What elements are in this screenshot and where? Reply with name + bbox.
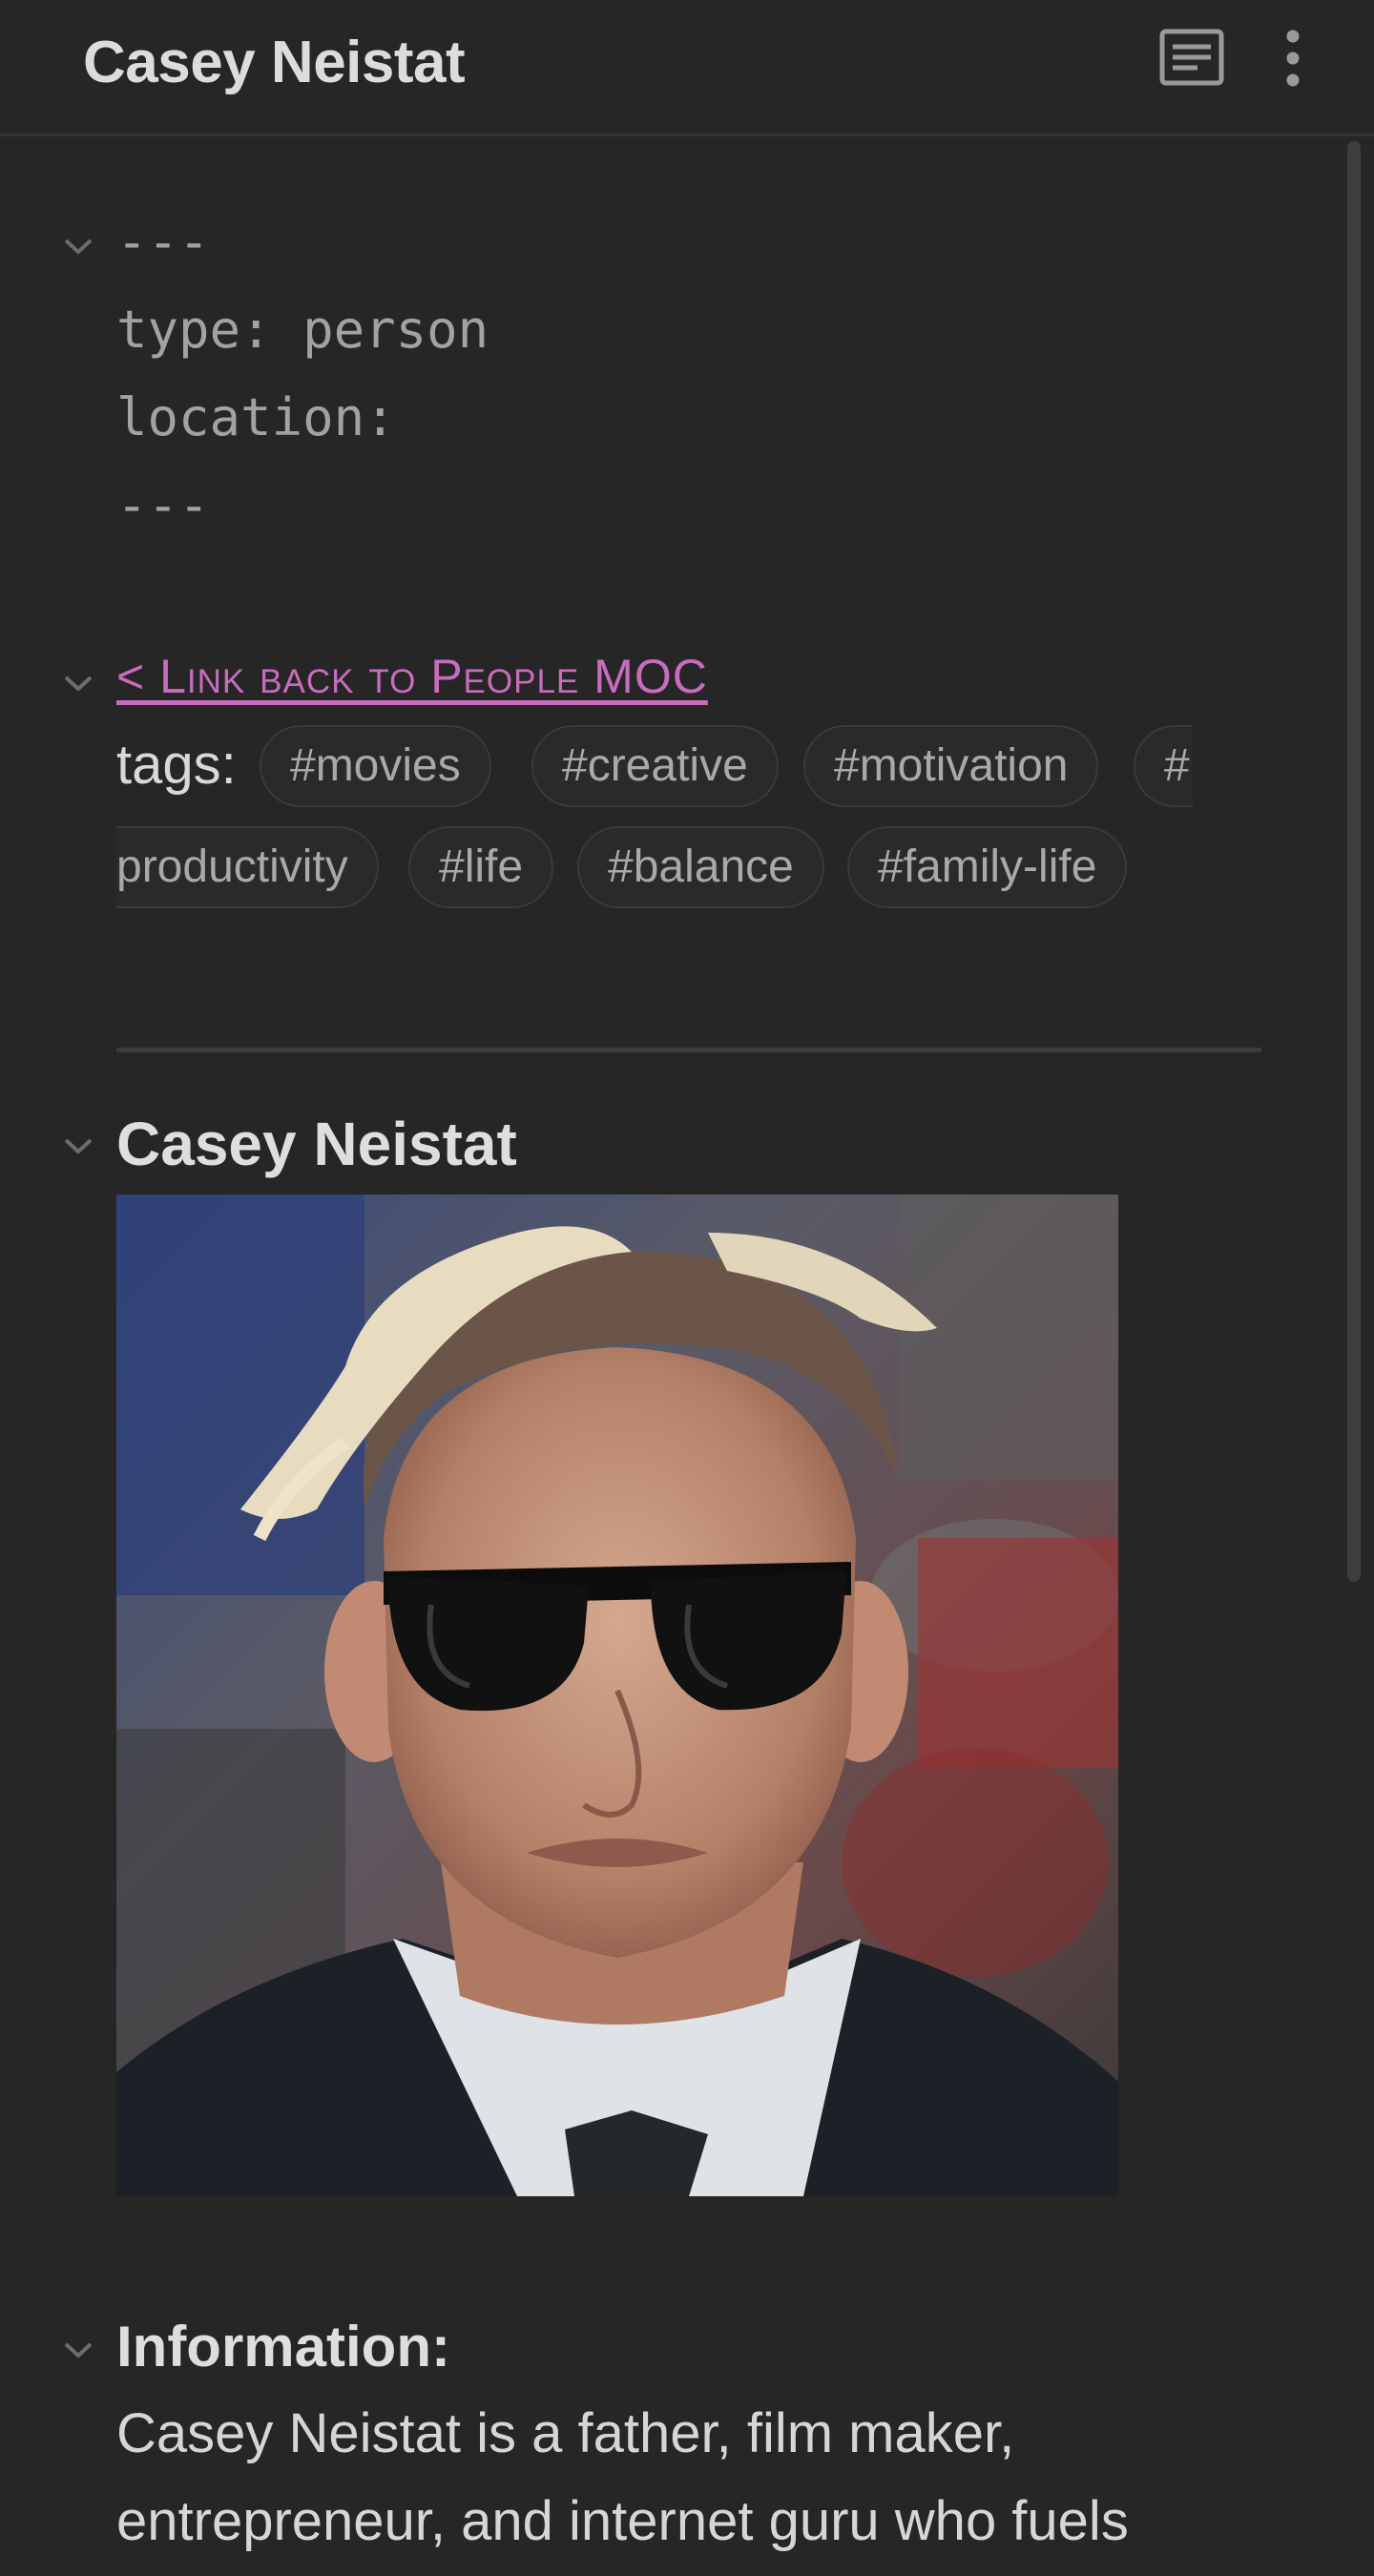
reading-view-icon[interactable] [1159, 29, 1224, 86]
fold-chevron-icon[interactable] [62, 236, 94, 257]
back-link-text: < Link back to People MOC [116, 650, 708, 703]
portrait-photo [116, 1195, 1118, 2196]
page-title: Casey Neistat [83, 30, 466, 95]
tag-productivity-start[interactable]: # [1134, 725, 1193, 807]
frontmatter-close: --- [116, 475, 210, 535]
frontmatter-type: type: person [116, 300, 489, 360]
scrollbar-thumb[interactable] [1347, 141, 1361, 1582]
fold-chevron-icon[interactable] [62, 2339, 94, 2360]
tag-productivity[interactable]: productivity [116, 826, 379, 908]
note-heading: Casey Neistat [116, 1110, 517, 1178]
tag-movies[interactable]: #movies [260, 725, 491, 807]
back-link[interactable]: < Link back to People MOC [116, 649, 708, 704]
tag-life[interactable]: #life [408, 826, 554, 908]
fold-chevron-icon[interactable] [62, 673, 94, 694]
frontmatter-open: --- [116, 212, 210, 272]
fold-chevron-icon[interactable] [62, 1135, 94, 1156]
top-bar: Casey Neistat [0, 0, 1374, 136]
information-heading: Information: [116, 2315, 450, 2379]
tag-motivation[interactable]: #motivation [803, 725, 1099, 807]
information-text: Casey Neistat is a father, film maker, e… [116, 2402, 1129, 2552]
tags-label: tags: [116, 734, 237, 796]
tag-creative[interactable]: #creative [531, 725, 779, 807]
horizontal-rule [116, 1048, 1261, 1052]
frontmatter-location: location: [116, 387, 396, 447]
more-options-icon[interactable] [1279, 29, 1307, 88]
tag-balance[interactable]: #balance [577, 826, 824, 908]
tag-family-life[interactable]: #family-life [847, 826, 1128, 908]
